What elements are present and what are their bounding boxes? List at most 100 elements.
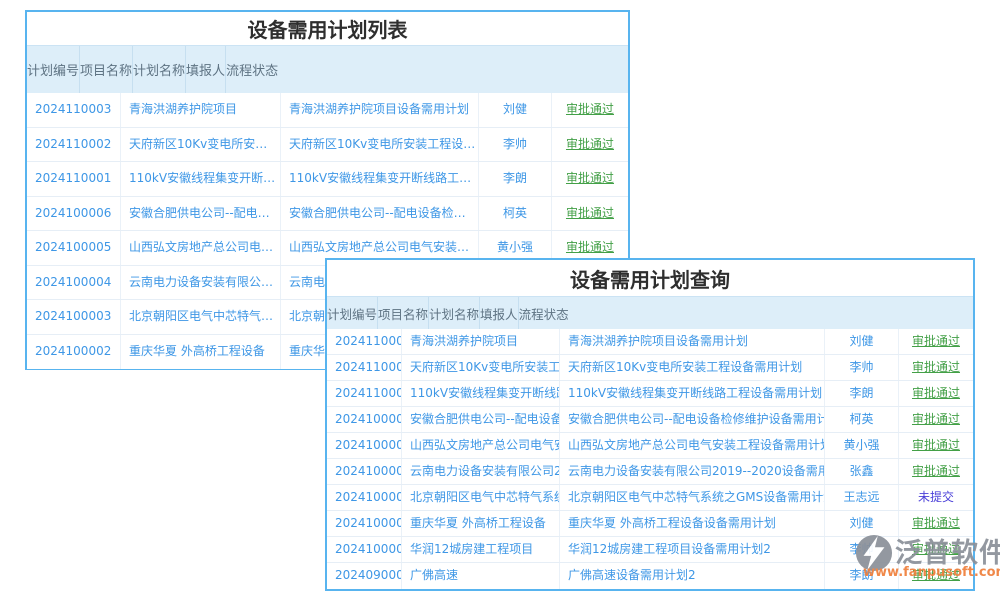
table-row[interactable]: 2024100003 北京朝阳区电气中芯特气系统之GMS 北京朝阳区电气中芯特气… — [327, 485, 973, 511]
plan-id-cell[interactable]: 2024110002 — [327, 355, 402, 380]
plan-id-cell[interactable]: 2024110003 — [327, 329, 402, 354]
reporter-cell[interactable]: 王志远 — [825, 485, 899, 510]
status-cell[interactable]: 审批通过 — [899, 355, 973, 380]
watermark-brand-text: 泛普软件 — [895, 540, 1000, 567]
table-row[interactable]: 2024100004 云南电力设备安装有限公司2019--2020 云南电力设备… — [327, 459, 973, 485]
status-cell[interactable]: 审批通过 — [552, 162, 628, 196]
plan-id-cell[interactable]: 2024100005 — [327, 433, 402, 458]
reporter-cell[interactable]: 柯英 — [479, 197, 552, 231]
plan-id-cell[interactable]: 2024100004 — [327, 459, 402, 484]
plan-name-cell[interactable]: 重庆华夏 外高桥工程设备设备需用计划 — [560, 511, 825, 536]
plan-id-cell[interactable]: 2024100001 — [327, 537, 402, 562]
status-cell[interactable]: 未提交 — [899, 485, 973, 510]
status-cell[interactable]: 审批通过 — [552, 93, 628, 127]
reporter-cell[interactable]: 李帅 — [825, 355, 899, 380]
column-header: 填报人 — [480, 297, 519, 329]
project-name-cell[interactable]: 110kV安徽线程集变开断线路工程 — [121, 162, 281, 196]
plan-id-cell[interactable]: 2024110001 — [27, 162, 121, 196]
column-header: 计划编号 — [27, 46, 80, 93]
reporter-cell[interactable]: 黄小强 — [825, 433, 899, 458]
plan-name-cell[interactable]: 青海洪湖养护院项目设备需用计划 — [281, 93, 479, 127]
query-table-header-row: 计划编号项目名称计划名称填报人流程状态 — [327, 297, 973, 329]
table-row[interactable]: 2024100006 安徽合肥供电公司--配电设备检修维护 安徽合肥供电公司--… — [327, 407, 973, 433]
plan-name-cell[interactable]: 安徽合肥供电公司--配电设备检修维护设备需用计划 — [281, 197, 479, 231]
reporter-cell[interactable]: 李朗 — [825, 381, 899, 406]
project-name-cell[interactable]: 安徽合肥供电公司--配电设备检修维护 — [121, 197, 281, 231]
plan-name-cell[interactable]: 广佛高速设备需用计划2 — [560, 563, 825, 589]
plan-id-cell[interactable]: 2024110003 — [27, 93, 121, 127]
plan-id-cell[interactable]: 2024100002 — [327, 511, 402, 536]
project-name-cell[interactable]: 北京朝阳区电气中芯特气系统之GMS — [121, 300, 281, 334]
project-name-cell[interactable]: 广佛高速 — [402, 563, 560, 589]
status-cell[interactable]: 审批通过 — [552, 197, 628, 231]
reporter-cell[interactable]: 刘健 — [825, 329, 899, 354]
plan-name-cell[interactable]: 华润12城房建工程项目设备需用计划2 — [560, 537, 825, 562]
reporter-cell[interactable]: 李朗 — [479, 162, 552, 196]
plan-name-cell[interactable]: 110kV安徽线程集变开断线路工程设备需用计划 — [281, 162, 479, 196]
project-name-cell[interactable]: 天府新区10Kv变电所安装工程 — [402, 355, 560, 380]
project-name-cell[interactable]: 北京朝阳区电气中芯特气系统之GMS — [402, 485, 560, 510]
plan-name-cell[interactable]: 北京朝阳区电气中芯特气系统之GMS设备需用计划 — [560, 485, 825, 510]
project-name-cell[interactable]: 山西弘文房地产总公司电气安装工程 — [121, 231, 281, 265]
project-name-cell[interactable]: 重庆华夏 外高桥工程设备 — [402, 511, 560, 536]
project-name-cell[interactable]: 安徽合肥供电公司--配电设备检修维护 — [402, 407, 560, 432]
column-header: 填报人 — [186, 46, 226, 93]
reporter-cell[interactable]: 李帅 — [479, 128, 552, 162]
table-row[interactable]: 2024110002 天府新区10Kv变电所安装工程 天府新区10Kv变电所安装… — [327, 355, 973, 381]
project-name-cell[interactable]: 青海洪湖养护院项目 — [121, 93, 281, 127]
reporter-cell[interactable]: 柯英 — [825, 407, 899, 432]
plan-id-cell[interactable]: 2024100003 — [27, 300, 121, 334]
status-cell[interactable]: 审批通过 — [552, 128, 628, 162]
query-window-title: 设备需用计划查询 — [327, 260, 973, 297]
project-name-cell[interactable]: 山西弘文房地产总公司电气安装工程 — [402, 433, 560, 458]
plan-id-cell[interactable]: 2024110001 — [327, 381, 402, 406]
plan-id-cell[interactable]: 2024100006 — [327, 407, 402, 432]
plan-name-cell[interactable]: 青海洪湖养护院项目设备需用计划 — [560, 329, 825, 354]
project-name-cell[interactable]: 华润12城房建工程项目 — [402, 537, 560, 562]
plan-name-cell[interactable]: 110kV安徽线程集变开断线路工程设备需用计划 — [560, 381, 825, 406]
plan-id-cell[interactable]: 2024100005 — [27, 231, 121, 265]
table-row[interactable]: 2024110001 110kV安徽线程集变开断线路工程 110kV安徽线程集变… — [27, 162, 628, 197]
plan-name-cell[interactable]: 云南电力设备安装有限公司2019--2020设备需用计划 — [560, 459, 825, 484]
list-table-header-row: 计划编号项目名称计划名称填报人流程状态 — [27, 46, 628, 93]
table-row[interactable]: 2024100006 安徽合肥供电公司--配电设备检修维护 安徽合肥供电公司--… — [27, 197, 628, 232]
project-name-cell[interactable]: 云南电力设备安装有限公司2019--2020 — [121, 266, 281, 300]
plan-id-cell[interactable]: 2024100003 — [327, 485, 402, 510]
table-row[interactable]: 2024110003 青海洪湖养护院项目 青海洪湖养护院项目设备需用计划 刘健 … — [327, 329, 973, 355]
plan-name-cell[interactable]: 天府新区10Kv变电所安装工程设备需用计划 — [281, 128, 479, 162]
plan-name-cell[interactable]: 天府新区10Kv变电所安装工程设备需用计划 — [560, 355, 825, 380]
status-cell[interactable]: 审批通过 — [899, 511, 973, 536]
column-header: 计划编号 — [327, 297, 378, 329]
table-row[interactable]: 2024100005 山西弘文房地产总公司电气安装工程 山西弘文房地产总公司电气… — [327, 433, 973, 459]
project-name-cell[interactable]: 青海洪湖养护院项目 — [402, 329, 560, 354]
reporter-cell[interactable]: 张鑫 — [825, 459, 899, 484]
plan-id-cell[interactable]: 2024100006 — [27, 197, 121, 231]
plan-name-cell[interactable]: 安徽合肥供电公司--配电设备检修维护设备需用计划 — [560, 407, 825, 432]
column-header: 流程状态 — [226, 46, 278, 93]
table-row[interactable]: 2024110002 天府新区10Kv变电所安装工程 天府新区10Kv变电所安装… — [27, 128, 628, 163]
table-row[interactable]: 2024110003 青海洪湖养护院项目 青海洪湖养护院项目设备需用计划 刘健 … — [27, 93, 628, 128]
plan-name-cell[interactable]: 山西弘文房地产总公司电气安装工程设备需用计划 — [560, 433, 825, 458]
project-name-cell[interactable]: 重庆华夏 外高桥工程设备 — [121, 335, 281, 370]
status-cell[interactable]: 审批通过 — [899, 329, 973, 354]
project-name-cell[interactable]: 110kV安徽线程集变开断线路工程 — [402, 381, 560, 406]
status-cell[interactable]: 审批通过 — [899, 381, 973, 406]
column-header: 计划名称 — [133, 46, 186, 93]
table-row[interactable]: 2024110001 110kV安徽线程集变开断线路工程 110kV安徽线程集变… — [327, 381, 973, 407]
reporter-cell[interactable]: 刘健 — [479, 93, 552, 127]
list-window-title: 设备需用计划列表 — [27, 12, 628, 46]
column-header: 项目名称 — [80, 46, 133, 93]
column-header: 项目名称 — [378, 297, 429, 329]
project-name-cell[interactable]: 云南电力设备安装有限公司2019--2020 — [402, 459, 560, 484]
column-header: 流程状态 — [519, 297, 569, 329]
column-header: 计划名称 — [429, 297, 480, 329]
plan-id-cell[interactable]: 2024100004 — [27, 266, 121, 300]
plan-id-cell[interactable]: 2024090003 — [327, 563, 402, 589]
plan-id-cell[interactable]: 2024100002 — [27, 335, 121, 370]
reporter-cell[interactable]: 刘健 — [825, 511, 899, 536]
status-cell[interactable]: 审批通过 — [899, 433, 973, 458]
plan-id-cell[interactable]: 2024110002 — [27, 128, 121, 162]
status-cell[interactable]: 审批通过 — [899, 407, 973, 432]
status-cell[interactable]: 审批通过 — [899, 459, 973, 484]
project-name-cell[interactable]: 天府新区10Kv变电所安装工程 — [121, 128, 281, 162]
